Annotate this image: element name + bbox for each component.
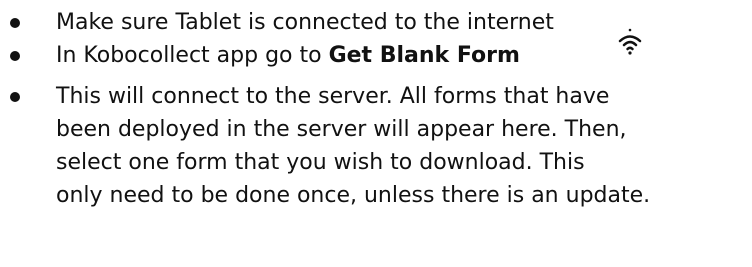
bullet-icon (10, 51, 20, 61)
wifi-arc-inner (626, 46, 634, 51)
bullet-icon (10, 18, 20, 28)
wifi-arc-outer (618, 35, 642, 43)
wifi-dot-bottom (628, 51, 632, 55)
wifi-arc-middle (622, 40, 638, 47)
bullet-icon (10, 92, 20, 102)
server-info-line-4: only need to be done once, unless there … (56, 183, 651, 208)
instruction-item-server-info: This will connect to the server. All for… (0, 80, 752, 212)
instruction-slide: Make sure Tablet is connected to the int… (0, 0, 752, 267)
wifi-dot-top (628, 28, 632, 32)
instruction-text-internet: Make sure Tablet is connected to the int… (56, 10, 554, 35)
get-blank-form-label: Get Blank Form (328, 43, 520, 68)
instruction-text-get-blank-form-prefix: In Kobocollect app go to (56, 43, 329, 68)
server-info-line-2: been deployed in the server will appear … (56, 117, 627, 142)
wifi-icon (618, 28, 642, 55)
server-info-line-3: select one form that you wish to downloa… (56, 150, 585, 175)
server-info-line-1: This will connect to the server. All for… (56, 84, 610, 109)
